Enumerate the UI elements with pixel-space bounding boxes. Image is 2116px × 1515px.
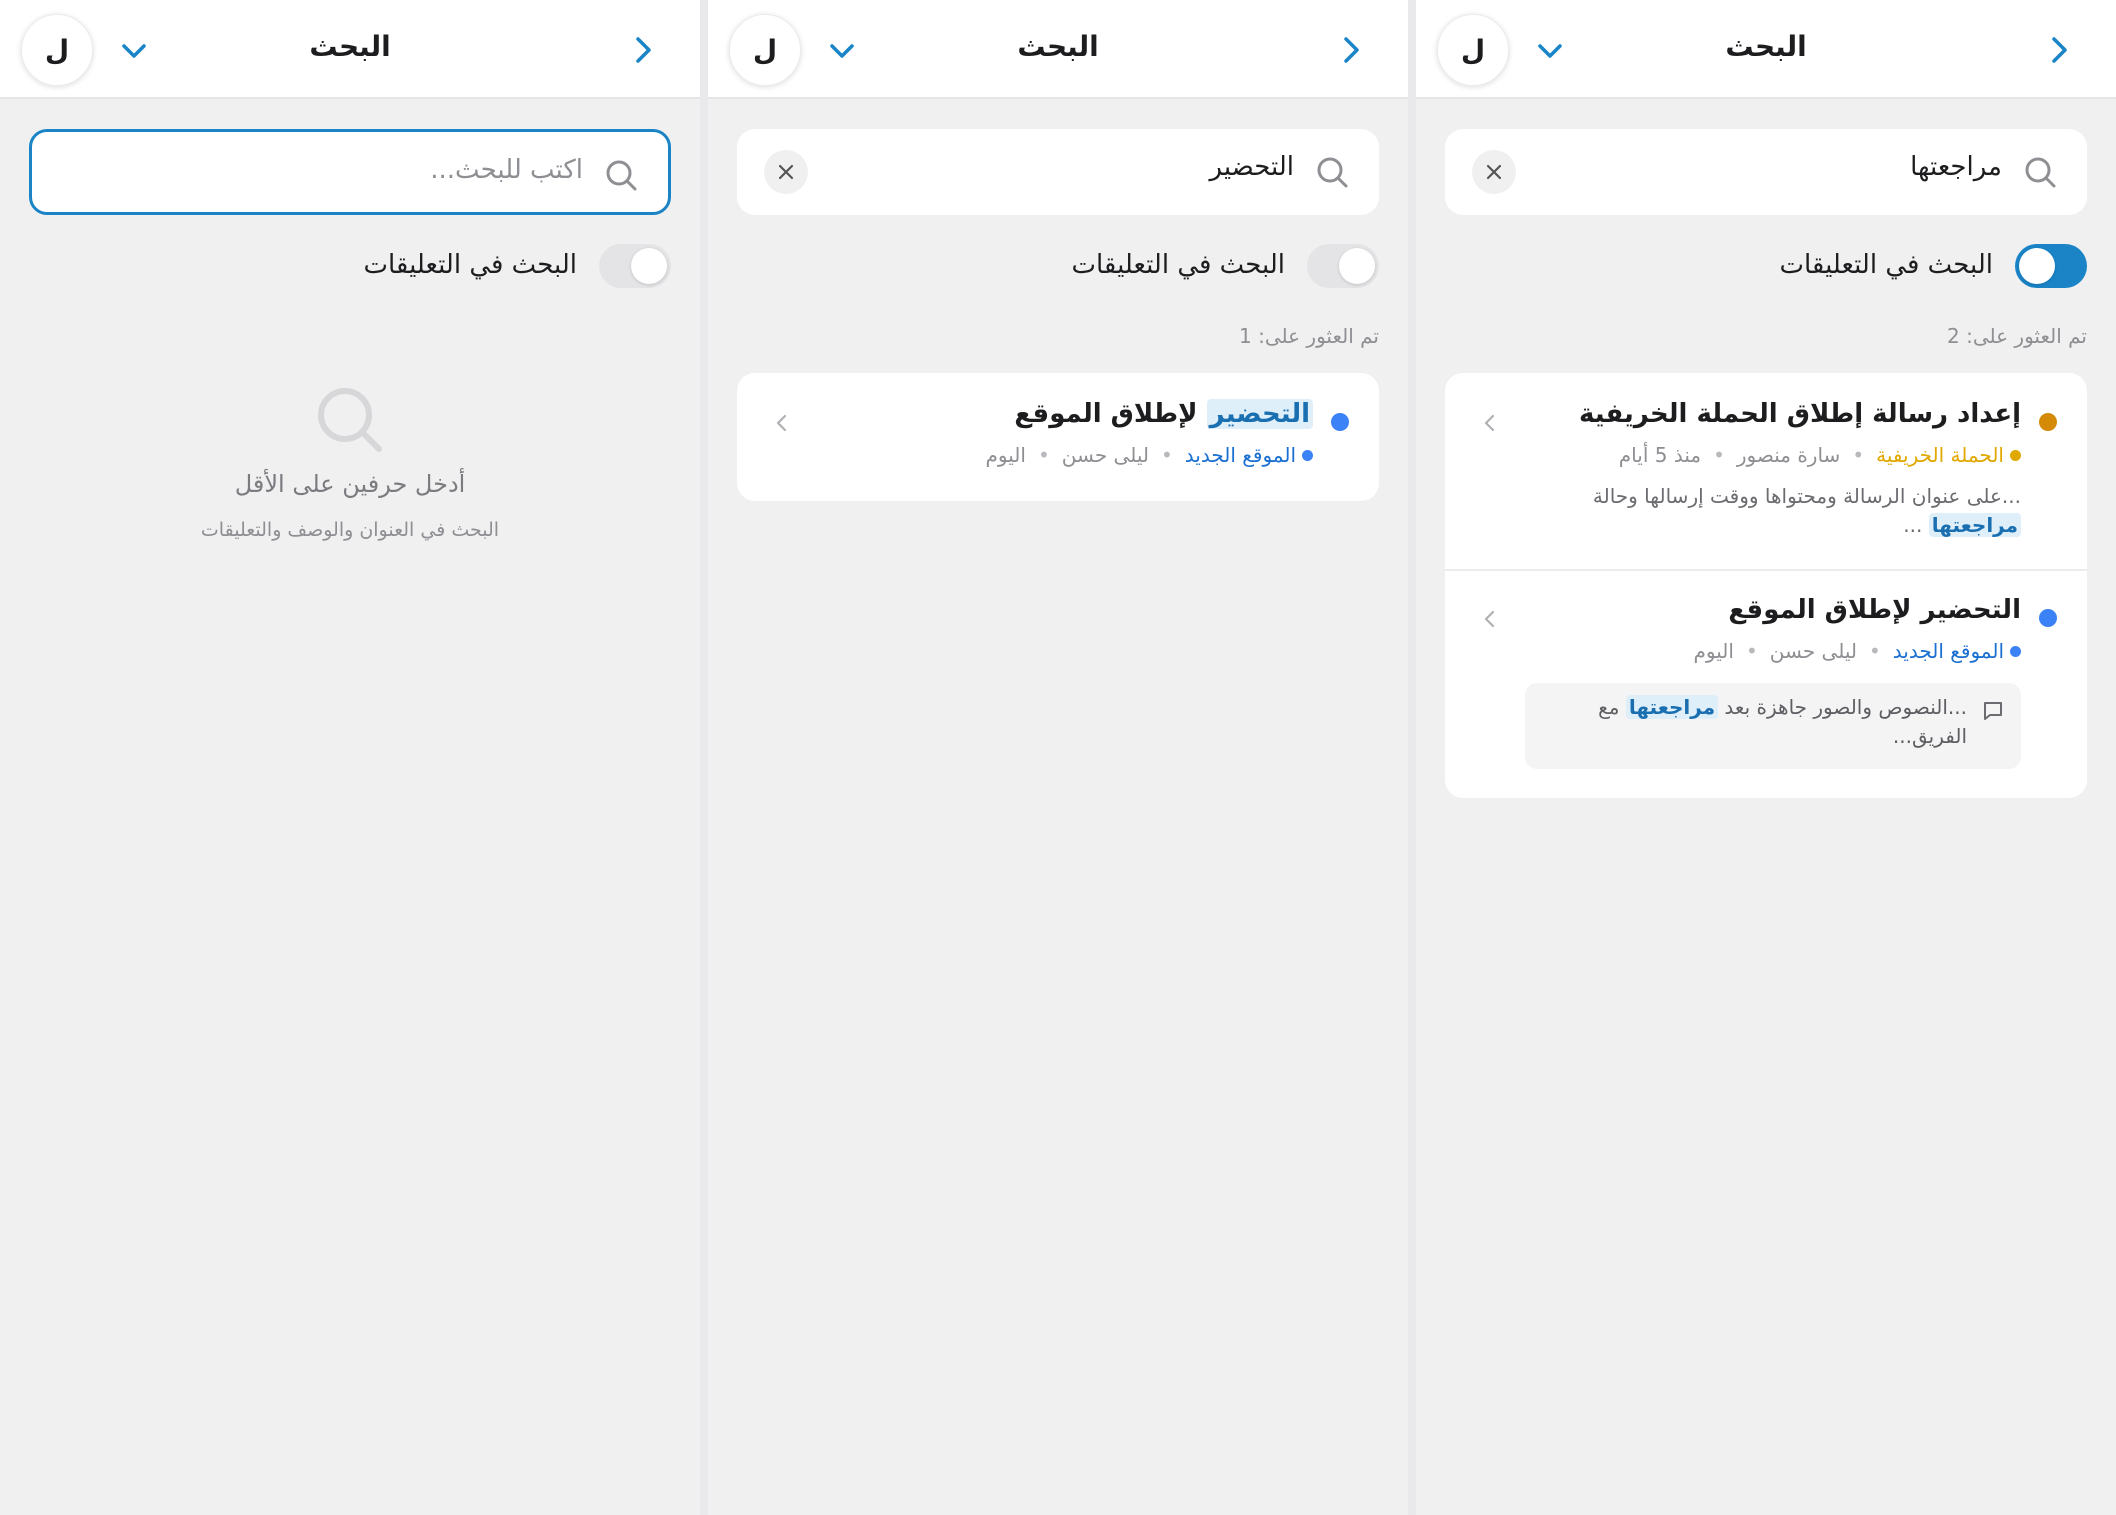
chevron-left-icon [776, 414, 787, 432]
search-placeholder: اكتب للبحث... [430, 155, 583, 185]
result-title: التحضير لإطلاق الموقع [1728, 595, 2021, 625]
result-description: ...على عنوان الرسالة ومحتواها ووقت إرسال… [1561, 482, 2021, 540]
comment-before: ...النصوص والصور جاهزة بعد [1718, 695, 1967, 719]
avatar[interactable]: ل [1437, 14, 1509, 86]
top-bar: ل البحث [0, 0, 700, 99]
chevron-down-icon[interactable] [825, 34, 859, 68]
results-card: التحضير لإطلاق الموقع الموقع الجديد • لي… [737, 373, 1379, 501]
separator: • [1852, 443, 1865, 467]
separator: • [1868, 639, 1881, 663]
toggle-knob [631, 248, 667, 284]
status-dot [1331, 413, 1349, 431]
search-panel-empty: ل البحث اكتب للبحث... البحث في التعليقات… [0, 0, 700, 1515]
empty-search-icon [318, 388, 382, 452]
close-icon [1486, 164, 1502, 180]
toggle-knob [1339, 248, 1375, 284]
desc-before: ...على عنوان الرسالة ومحتواها ووقت إرسال… [1592, 484, 2021, 508]
results-count: تم العثور على: 2 [1947, 324, 2087, 348]
avatar[interactable]: ل [729, 14, 801, 86]
desc-highlight: مراجعتها [1928, 513, 2021, 537]
empty-state-title: أدخل حرفين على الأقل [234, 470, 466, 498]
result-meta: الموقع الجديد • ليلى حسن • اليوم [1694, 639, 2021, 663]
empty-state-subtitle: البحث في العنوان والوصف والتعليقات [200, 519, 500, 541]
search-input[interactable]: مراجعتها [1445, 129, 2087, 215]
chevron-left-icon [1484, 414, 1495, 432]
comments-toggle-label: البحث في التعليقات [363, 250, 577, 280]
search-comments-toggle[interactable] [2015, 244, 2087, 288]
back-chevron-icon[interactable] [2042, 32, 2076, 68]
clear-search-button[interactable] [764, 150, 808, 194]
date: منذ 5 أيام [1618, 443, 1702, 467]
search-value: التحضير [1209, 152, 1294, 182]
page-title: البحث [1725, 30, 1807, 63]
search-panel-comment-results: ل البحث مراجعتها البحث في التعليقات تم ا… [1416, 0, 2116, 1515]
search-input[interactable]: التحضير [737, 129, 1379, 215]
project-tag: الحملة الخريفية [1876, 443, 2021, 467]
chevron-down-icon[interactable] [1533, 34, 1567, 68]
comments-toggle-label: البحث في التعليقات [1071, 250, 1285, 280]
project-tag: الموقع الجديد [1185, 443, 1313, 467]
close-icon [778, 164, 794, 180]
result-item[interactable]: التحضير لإطلاق الموقع الموقع الجديد • لي… [737, 373, 1379, 501]
search-icon [1317, 157, 1348, 188]
project-name: الموقع الجديد [1892, 639, 2004, 663]
project-dot [2010, 645, 2021, 657]
date: اليوم [985, 443, 1026, 467]
top-bar: ل البحث [708, 0, 1408, 99]
assignee: ليلى حسن [1061, 443, 1149, 467]
result-title: التحضير لإطلاق الموقع [1014, 399, 1313, 429]
result-item[interactable]: التحضير لإطلاق الموقع الموقع الجديد • لي… [1445, 571, 2087, 798]
separator: • [1713, 443, 1725, 467]
title-rest: لإطلاق الموقع [1014, 399, 1207, 429]
top-bar: ل البحث [1416, 0, 2116, 99]
search-comments-toggle[interactable] [1307, 244, 1379, 288]
page-title: البحث [309, 30, 391, 63]
project-dot [2010, 449, 2021, 461]
back-chevron-icon[interactable] [1334, 32, 1368, 68]
toggle-knob [2019, 248, 2055, 284]
chevron-left-icon [1484, 610, 1495, 628]
results-count: تم العثور على: 1 [1239, 324, 1379, 348]
result-title: إعداد رسالة إطلاق الحملة الخريفية [1578, 399, 2021, 429]
status-dot [2039, 413, 2057, 431]
project-tag: الموقع الجديد [1893, 639, 2021, 663]
search-icon [606, 160, 637, 191]
back-chevron-icon[interactable] [626, 32, 660, 68]
project-dot [1302, 449, 1313, 461]
comments-toggle-label: البحث في التعليقات [1779, 250, 1993, 280]
results-card: إعداد رسالة إطلاق الحملة الخريفية الحملة… [1445, 373, 2087, 798]
comment-icon [1984, 702, 2002, 720]
result-item[interactable]: إعداد رسالة إطلاق الحملة الخريفية الحملة… [1445, 373, 2087, 569]
search-icon [2025, 157, 2056, 188]
comment-highlight: مراجعتها [1625, 695, 1719, 719]
result-meta: الحملة الخريفية • سارة منصور • منذ 5 أيا… [1619, 443, 2021, 467]
title-highlight: التحضير [1206, 399, 1313, 429]
chevron-down-icon[interactable] [117, 34, 151, 68]
desc-after: ... [1903, 513, 1929, 537]
page-title: البحث [1017, 30, 1099, 63]
search-input[interactable]: اكتب للبحث... [29, 129, 671, 215]
assignee: ليلى حسن [1769, 639, 1857, 663]
assignee: سارة منصور [1736, 443, 1841, 467]
avatar[interactable]: ل [21, 14, 93, 86]
comment-text: ...النصوص والصور جاهزة بعد مراجعتها مع ا… [1567, 693, 1967, 751]
clear-search-button[interactable] [1472, 150, 1516, 194]
status-dot [2039, 609, 2057, 627]
comment-snippet: ...النصوص والصور جاهزة بعد مراجعتها مع ا… [1525, 683, 2021, 769]
separator: • [1745, 639, 1758, 663]
date: اليوم [1693, 639, 1734, 663]
separator: • [1160, 443, 1173, 467]
search-panel-one-result: ل البحث التحضير البحث في التعليقات تم ال… [708, 0, 1408, 1515]
search-value: مراجعتها [1910, 152, 2002, 182]
project-name: الحملة الخريفية [1876, 443, 2004, 467]
search-comments-toggle[interactable] [599, 244, 671, 288]
result-meta: الموقع الجديد • ليلى حسن • اليوم [986, 443, 1313, 467]
project-name: الموقع الجديد [1184, 443, 1296, 467]
separator: • [1037, 443, 1050, 467]
